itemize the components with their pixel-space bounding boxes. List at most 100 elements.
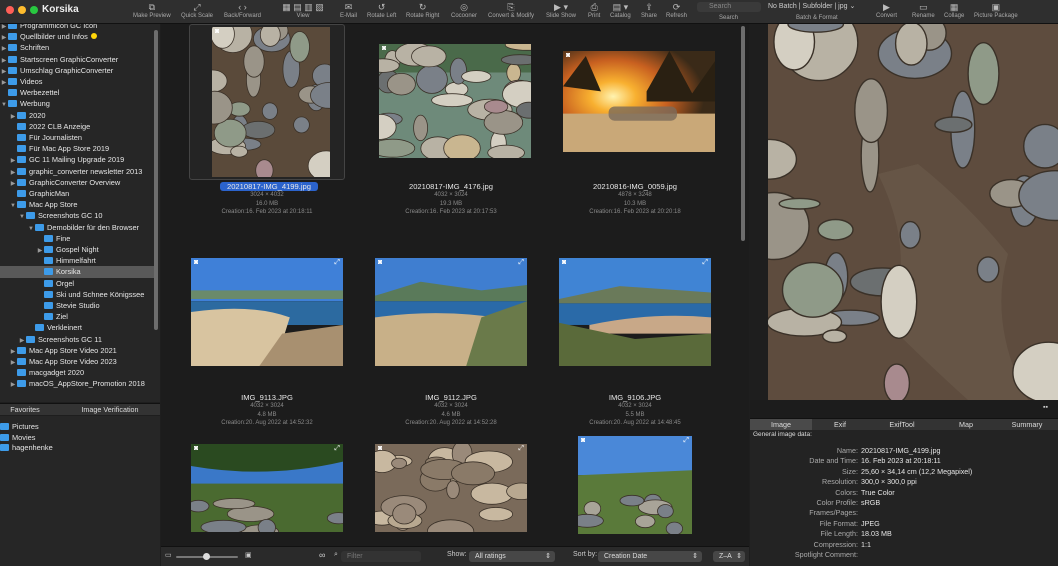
convert-modify-button[interactable]: ⎘ Convert & Modify — [488, 1, 534, 19]
sidebar-folder-item[interactable]: Für Journalisten — [0, 132, 156, 143]
thumbnail-filename[interactable]: IMG_9112.JPG — [361, 393, 541, 402]
sidebar-folder-item[interactable]: Korsika — [0, 266, 156, 278]
cocooner-button[interactable]: ◎ Cocooner — [451, 1, 477, 19]
sidebar-folder-item[interactable]: ▶ GraphicConverter Overview — [0, 177, 156, 188]
thumbnail-filename[interactable]: IMG_9106.JPG — [545, 393, 725, 402]
thumbnail-image[interactable]: ◙ ⤢ — [191, 258, 343, 366]
email-button[interactable]: ✉ E-Mail — [340, 1, 357, 19]
info-value: 18.03 MB — [861, 529, 892, 539]
convert-button[interactable]: ▶ Convert — [876, 1, 897, 19]
sidebar-folder-item[interactable]: ▶ Umschlag GraphicConverter — [0, 65, 156, 76]
thumbnail-filename[interactable]: 20210816-IMG_0059.jpg — [545, 182, 725, 191]
back-forward-button[interactable]: ‹ › Back/Forward — [224, 1, 261, 19]
sidebar-scrollbar[interactable] — [154, 30, 158, 330]
share-button[interactable]: ⇪ Share — [641, 1, 657, 19]
thumbnail-image[interactable]: ◙ ⤢ — [375, 258, 527, 366]
sidebar-folder-item[interactable]: Stevie Studio — [0, 300, 156, 311]
disclosure-collapsed-icon[interactable]: ▶ — [9, 380, 17, 391]
sidebar-folder-item[interactable]: Orgel — [0, 278, 156, 289]
tab-image-verification[interactable]: Image Verification — [62, 404, 158, 416]
thumbnail-image[interactable]: ◙ — [379, 44, 531, 158]
favorite-item[interactable]: hagenhenke — [0, 442, 53, 453]
thumbnail-filename[interactable]: 20210817-IMG_4199.jpg — [220, 182, 318, 191]
sidebar-folder-item[interactable]: Fine — [0, 233, 156, 244]
thumbnail-meta-dims: 4032 × 3024 — [434, 403, 468, 409]
sidebar-folder-item[interactable]: ▶ Videos — [0, 76, 156, 87]
filter-input[interactable]: Filter — [341, 551, 421, 562]
sort-select[interactable]: Creation Date ⇕ — [598, 551, 702, 562]
search-input[interactable]: Search — [697, 2, 761, 12]
thumbnail-size-slider[interactable] — [176, 553, 238, 560]
sidebar-folder-item[interactable]: ▶ Quellbilder und Infos — [0, 31, 156, 42]
sidebar-folder-item[interactable]: Verkleinert — [0, 322, 156, 333]
large-thumb-icon[interactable]: ▣ — [245, 551, 252, 559]
email-label: E-Mail — [340, 13, 358, 19]
refresh-label: Refresh — [666, 13, 688, 19]
sidebar-folder-item[interactable]: Für Mac App Store 2019 — [0, 143, 156, 154]
sidebar-folder-item[interactable]: ▶ graphic_converter newsletter 2013 — [0, 166, 156, 177]
favorite-item[interactable]: Movies — [0, 432, 35, 443]
sort-order-select[interactable]: Z–A ⇕ — [713, 551, 745, 562]
sidebar-folder-item[interactable]: Ski und Schnee Königssee — [0, 289, 156, 300]
slide-show-button[interactable]: ▶ ▾ Slide Show — [546, 1, 576, 19]
sidebar-folder-item[interactable]: ▶ Mac App Store Video 2023 — [0, 356, 156, 367]
print-button[interactable]: ⎙ Print — [588, 1, 600, 19]
sidebar-folder-item[interactable]: ▶ 2020 — [0, 110, 156, 121]
catalog-button[interactable]: ▤ ▾ Catalog — [610, 1, 631, 19]
thumbnail-image[interactable]: ◙ ⤢ — [559, 258, 711, 366]
thumbnail-image[interactable]: ◙ — [563, 51, 715, 152]
sidebar-folder-item[interactable]: Himmelfahrt — [0, 255, 156, 266]
favorite-item[interactable]: Pictures — [0, 421, 39, 432]
thumbnail-meta-dims: 4032 × 3024 — [250, 403, 284, 409]
rename-button[interactable]: ▭ Rename — [912, 1, 935, 19]
grid-toggle-icon[interactable]: ▭ — [165, 551, 172, 559]
sidebar-folder-item[interactable]: GraphicMan — [0, 188, 156, 199]
glasses-icon[interactable]: ∞ — [319, 550, 325, 560]
thumbnail-filename[interactable]: 20210817-IMG_4176.jpg — [361, 182, 541, 191]
thumbnail-meta-dims: 4032 × 3024 — [618, 403, 652, 409]
close-window-button[interactable] — [6, 6, 14, 14]
zoom-window-button[interactable] — [30, 6, 38, 14]
sidebar-folder-item[interactable]: ▼ Werbung — [0, 98, 156, 109]
sidebar-folder-item[interactable]: Werbezettel — [0, 87, 156, 98]
sidebar-folder-item[interactable]: ▶ Screenshots GC 11 — [0, 334, 156, 345]
sidebar-folder-item[interactable]: ▶ Startscreen GraphicConverter — [0, 54, 156, 65]
make-preview-button[interactable]: ⧉ Make Preview — [133, 1, 171, 19]
grid-scrollbar[interactable] — [741, 26, 745, 241]
sidebar-folder-item[interactable]: macgadget 2020 — [0, 367, 156, 378]
sidebar-folder-item[interactable]: ▼ Mac App Store — [0, 199, 156, 210]
slider-knob[interactable] — [203, 553, 210, 560]
sidebar-folder-item[interactable]: ▶ GC 11 Mailing Upgrade 2019 — [0, 154, 156, 165]
sidebar-folder-item[interactable]: 2022 CLB Anzeige — [0, 121, 156, 132]
folder-label: macOS_AppStore_Promotion 2018 — [29, 379, 145, 389]
sidebar-folder-item[interactable]: ▶ Mac App Store Video 2021 — [0, 345, 156, 356]
batch-format-select[interactable]: No Batch | Subfolder | jpg ⌄ — [768, 2, 855, 10]
sidebar-folder-item[interactable]: ▼ Screenshots GC 10 — [0, 210, 156, 221]
folder-label: 2020 — [29, 110, 46, 120]
tab-favorites[interactable]: Favorites — [0, 404, 50, 416]
rotate-right-button[interactable]: ↻ Rotate Right — [406, 1, 439, 19]
minimize-window-button[interactable] — [18, 6, 26, 14]
sidebar-folder-item[interactable]: ▶ macOS_AppStore_Promotion 2018 — [0, 378, 156, 389]
sidebar-folder-item[interactable]: Ziel — [0, 311, 156, 322]
folder-icon — [17, 167, 26, 175]
info-label: File Format: — [819, 518, 858, 528]
thumbnail-filename[interactable]: IMG_9113.JPG — [177, 393, 357, 402]
sidebar-folder-item[interactable]: ▶ Schriften — [0, 42, 156, 53]
rating-filter-select[interactable]: All ratings ⇕ — [469, 551, 555, 562]
sidebar-folder-item[interactable]: ▼ Demobilder für den Browser — [0, 222, 156, 233]
thumbnail-image[interactable]: ◙ — [212, 27, 330, 177]
thumbnail-image[interactable]: ◙ ⤢ — [578, 436, 692, 534]
sidebar-folder-item[interactable]: ▶ Programmicon GC Icon — [0, 24, 156, 31]
folder-label: Gospel Night — [56, 245, 99, 254]
thumbnail-image[interactable]: ◙ ⤢ — [375, 444, 527, 532]
collage-button[interactable]: ▦ Collage — [944, 1, 964, 19]
thumbnail-image[interactable]: ◙ ⤢ — [191, 444, 343, 532]
sidebar-folder-item[interactable]: ▶ Gospel Night — [0, 244, 156, 255]
histogram-icon[interactable]: ▪▪ — [1043, 404, 1048, 411]
refresh-button[interactable]: ⟳ Refresh — [666, 1, 687, 19]
picture-package-button[interactable]: ▣ Picture Package — [974, 1, 1018, 19]
view-button[interactable]: ▦ ▤ ▥ ▧ View — [274, 1, 332, 19]
quick-scale-button[interactable]: ⤢ Quick Scale — [181, 1, 213, 19]
rotate-left-button[interactable]: ↺ Rotate Left — [367, 1, 396, 19]
